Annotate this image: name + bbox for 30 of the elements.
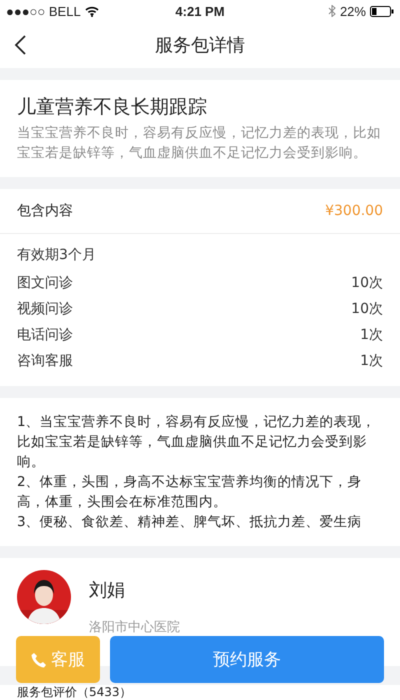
back-icon[interactable] (14, 35, 26, 55)
page-title: 服务包详情 (155, 34, 245, 57)
service-count: 10次 (351, 300, 383, 319)
service-name: 视频问诊 (17, 300, 73, 319)
validity-text: 有效期3个月 (17, 246, 97, 264)
contents-label: 包含内容 (17, 202, 73, 220)
bluetooth-icon (328, 5, 336, 17)
service-name: 图文问诊 (17, 274, 73, 293)
battery-percent: 22% (340, 4, 366, 18)
detail-paragraph: 3、便秘、食欲差、精神差、脾气坏、抵抗力差、爱生病 (17, 513, 363, 532)
service-count: 1次 (360, 326, 383, 345)
service-count: 10次 (351, 274, 383, 293)
reviews-label: 服务包评价（5433） (0, 685, 400, 700)
customer-service-button[interactable]: 客服 (16, 636, 100, 683)
doctor-name: 刘娟 (89, 579, 126, 602)
hospital-name: 洛阳市中心医院 (89, 619, 180, 636)
package-title: 儿童营养不良长期跟踪 (17, 95, 208, 120)
detail-paragraph: 1、当宝宝营养不良时，容易有反应慢，记忆力差的表现，比如宝宝若是缺锌等，气血虚脑供血不足记忆力会受到影响。 (17, 413, 377, 472)
battery-icon (370, 6, 394, 16)
status-time: 4:21 PM (175, 4, 225, 18)
detail-paragraph: 2、体重，头围，身高不达标宝宝营养均衡的情况下，身高，体重，头围会在标准范围内。 (17, 473, 363, 512)
wifi-icon (84, 6, 99, 16)
package-description: 当宝宝营养不良时，容易有反应慢，记忆力差的表现，比如宝宝若是缺锌等，气血虚脑供血不足记忆力会受到影响。 (17, 124, 382, 163)
package-price: ¥300.00 (325, 203, 383, 219)
service-name: 咨询客服 (17, 352, 73, 371)
phone-icon (31, 652, 47, 668)
service-name: 电话问诊 (17, 326, 73, 345)
service-count: 1次 (360, 352, 383, 371)
carrier-name: ●●●○○ BELL (6, 4, 81, 18)
book-service-button[interactable]: 预约服务 (110, 636, 384, 683)
